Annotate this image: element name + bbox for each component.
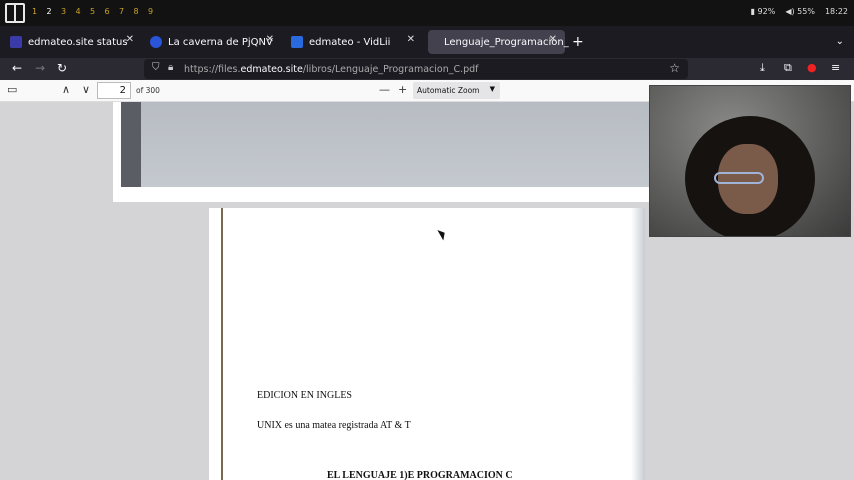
zoom-select[interactable]: Automatic Zoom ▼ xyxy=(413,82,500,99)
document-line: UNIX es una matea registrada AT & T xyxy=(257,420,411,431)
url-host: edmateo.site xyxy=(240,63,303,75)
workspace-8[interactable]: 8 xyxy=(134,7,149,16)
shield-icon[interactable]: ⛉ xyxy=(152,62,160,73)
zoom-in-icon[interactable]: + xyxy=(398,83,407,96)
menu-icon[interactable]: ≡ xyxy=(831,61,840,74)
close-icon[interactable]: ✕ xyxy=(266,34,274,45)
battery-indicator: ▮ 92% xyxy=(750,7,776,16)
page-count: of 300 xyxy=(136,86,160,95)
workspace-1[interactable]: 1 xyxy=(32,7,47,16)
tab-la-caverna[interactable]: La caverna de PjQNV ✕ xyxy=(144,30,282,54)
tab-edmateo-status[interactable]: edmateo.site status ✕ xyxy=(4,30,142,54)
system-status: ▮ 92% ◀) 55% 18:22 xyxy=(751,7,848,16)
sidebar-toggle-icon[interactable]: ▭ xyxy=(7,83,17,96)
addon-icon[interactable]: ● xyxy=(807,61,817,74)
close-icon[interactable]: ✕ xyxy=(126,34,134,45)
tab-lenguaje-programacion[interactable]: Lenguaje_Programacion_ ✕ xyxy=(428,30,569,54)
close-icon[interactable]: ✕ xyxy=(407,34,415,45)
url-path: /libros/Lenguaje_Programacion_C.pdf xyxy=(302,63,479,75)
glasses-icon xyxy=(714,172,764,184)
document-line: EDICION EN INGLES xyxy=(257,390,352,401)
system-topbar: 1 2 3 4 5 6 7 8 9 ▮ 92% ◀) 55% 18:22 xyxy=(0,0,854,26)
pdf-page-1 xyxy=(113,102,661,202)
pdf-page-2: EDICION EN INGLES UNIX es una matea regi… xyxy=(209,208,645,480)
chevron-down-icon[interactable]: ⌄ xyxy=(836,36,844,47)
workspace-4[interactable]: 4 xyxy=(76,7,91,16)
previous-page-icon[interactable]: ∧ xyxy=(62,83,70,96)
clock: 18:22 xyxy=(824,7,848,16)
next-page-icon[interactable]: ∨ xyxy=(82,83,90,96)
extensions-icon[interactable]: ⧉ xyxy=(784,61,792,75)
workspace-9[interactable]: 9 xyxy=(148,7,163,16)
url-prefix: https://files. xyxy=(184,63,241,75)
new-tab-button[interactable]: + xyxy=(572,34,584,50)
close-icon[interactable]: ✕ xyxy=(549,34,557,45)
workspace-7[interactable]: 7 xyxy=(119,7,134,16)
star-icon[interactable]: ☆ xyxy=(669,61,680,75)
download-icon[interactable]: ⤓ xyxy=(760,61,765,75)
workspace-3[interactable]: 3 xyxy=(61,7,76,16)
tab-bar: edmateo.site status ✕ La caverna de PjQN… xyxy=(0,26,854,58)
forward-arrow-icon[interactable]: → xyxy=(35,61,45,75)
document-title: EL LENGUAJE 1)E PROGRAMACION C xyxy=(327,470,513,480)
status-icon xyxy=(10,36,22,48)
reload-icon[interactable]: ↻ xyxy=(57,61,67,75)
volume-icon: ◀) xyxy=(785,7,795,16)
back-arrow-icon[interactable]: ← xyxy=(12,61,22,75)
tab-vidlii[interactable]: edmateo - VidLii ✕ xyxy=(285,30,423,54)
url-bar[interactable]: ⛉ 🔒︎ https://files. edmateo.site/libros/L… xyxy=(144,59,688,79)
window-manager-icon[interactable] xyxy=(5,3,25,23)
workspace-2[interactable]: 2 xyxy=(47,7,62,16)
page-number-input[interactable]: 2 xyxy=(97,82,131,99)
workspace-switcher: 1 2 3 4 5 6 7 8 9 xyxy=(32,7,163,16)
volume-indicator[interactable]: ◀) 55% xyxy=(785,7,815,16)
globe-icon xyxy=(150,36,162,48)
page-binding-edge xyxy=(221,208,223,480)
lock-icon[interactable]: 🔒︎ xyxy=(168,62,173,73)
page-shadow xyxy=(631,208,645,480)
vidlii-icon xyxy=(291,36,303,48)
workspace-6[interactable]: 6 xyxy=(105,7,120,16)
webcam-overlay xyxy=(649,85,851,237)
navigation-bar: ← → ↻ ⛉ 🔒︎ https://files. edmateo.site/li… xyxy=(0,58,854,80)
zoom-out-icon[interactable]: — xyxy=(379,83,390,96)
battery-icon: ▮ xyxy=(750,7,755,16)
chevron-down-icon: ▼ xyxy=(489,85,495,93)
scanned-image xyxy=(121,102,661,187)
workspace-5[interactable]: 5 xyxy=(90,7,105,16)
